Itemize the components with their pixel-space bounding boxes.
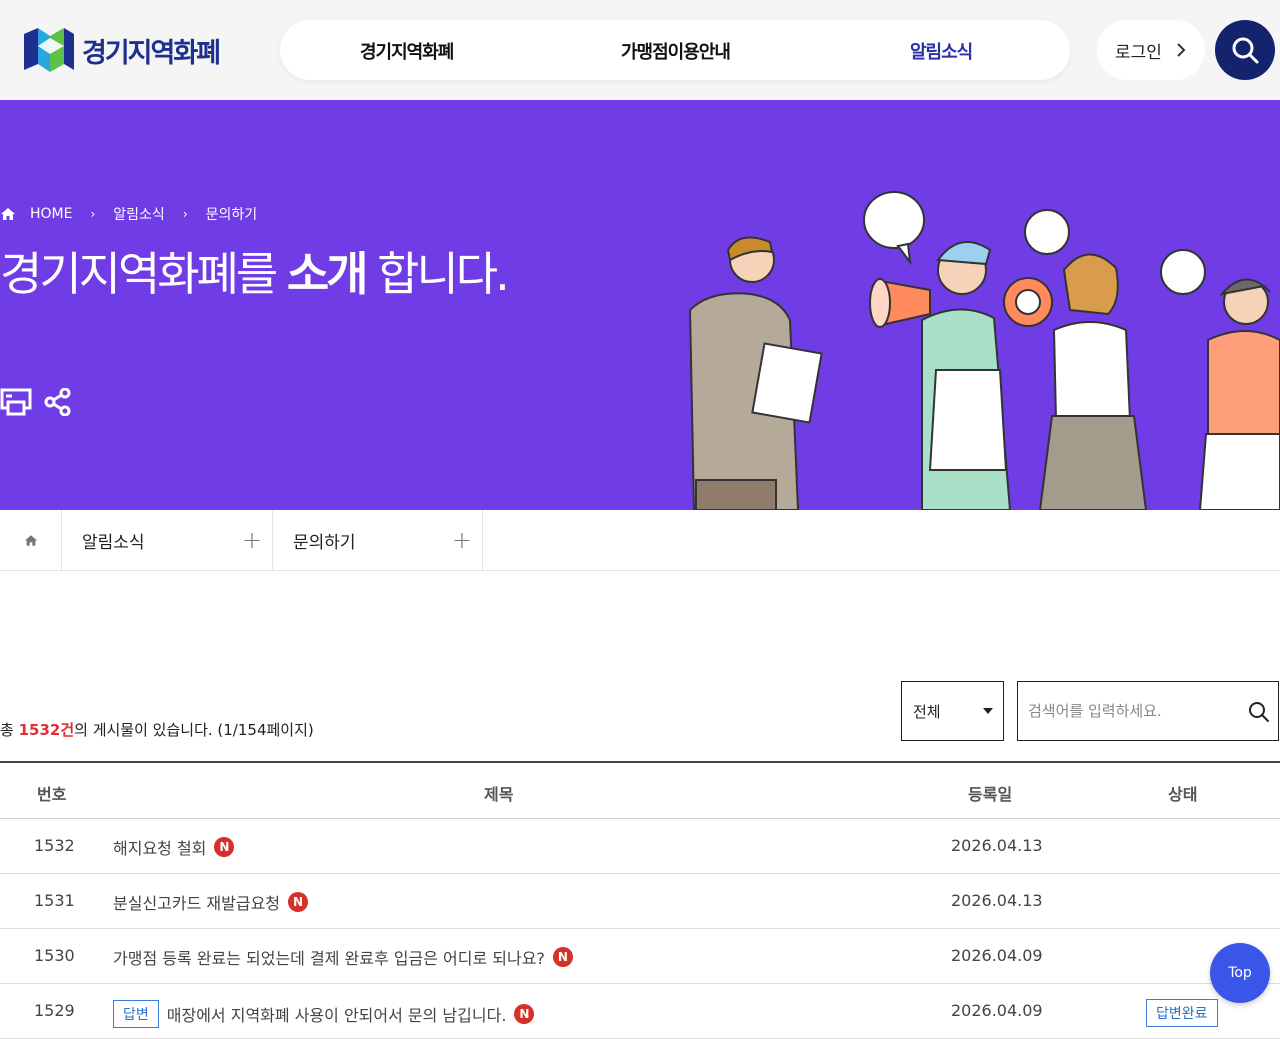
row-number: 1531 [34, 891, 75, 910]
row-date: 2026.04.09 [951, 946, 1043, 965]
row-title-link[interactable]: 가맹점 등록 완료는 되었는데 결제 완료후 입금은 어디로 되나요? N [113, 945, 573, 969]
site-header: 경기지역화폐 경기지역화폐 가맹점이용안내 알림소식 로그인 [0, 0, 1280, 100]
column-status: 상태 [1168, 785, 1198, 804]
main-nav: 경기지역화폐 가맹점이용안내 알림소식 [280, 20, 1070, 80]
nav-item-notices[interactable]: 알림소식 [910, 38, 973, 64]
subnav-inquiry-label: 문의하기 [293, 532, 356, 553]
chevron-right-icon [1177, 43, 1186, 57]
table-header: 번호 제목 등록일 상태 [0, 763, 1280, 819]
breadcrumb-separator-icon: › [90, 207, 96, 221]
share-icon[interactable] [44, 388, 72, 416]
plus-icon: + [451, 526, 472, 554]
page-title-bold: 소개 [286, 247, 369, 301]
new-badge: N [552, 947, 573, 967]
row-title-link[interactable]: 분실신고카드 재발급요청 N [113, 890, 309, 914]
row-title: 분실신고카드 재발급요청 [113, 894, 281, 913]
subnav-notices-label: 알림소식 [82, 532, 145, 553]
search-input[interactable] [1018, 682, 1238, 740]
home-icon[interactable] [0, 207, 16, 221]
new-badge: N [288, 892, 309, 912]
new-badge: N [214, 837, 235, 857]
table-row[interactable]: 1532 해지요청 철회 N 2026.04.13 [0, 819, 1280, 874]
page-title-pre: 경기지역화폐를 [0, 247, 287, 301]
board-table: 번호 제목 등록일 상태 1532 해지요청 철회 N 2026.04.13 1… [0, 761, 1280, 1039]
page-title: 경기지역화폐를 소개 합니다. [0, 238, 510, 304]
subnav-dropdown-notices[interactable]: 알림소식 + [62, 510, 273, 570]
row-number: 1532 [34, 836, 75, 855]
nav-item-gyeonggi-currency[interactable]: 경기지역화폐 [360, 38, 454, 64]
page-tools [0, 388, 72, 416]
column-date: 등록일 [968, 785, 1013, 804]
search-icon [1232, 37, 1259, 64]
row-number: 1529 [34, 1001, 75, 1020]
breadcrumb-inquiry[interactable]: 문의하기 [206, 204, 258, 224]
nav-item-merchant-guide[interactable]: 가맹점이용안내 [621, 38, 731, 64]
row-date: 2026.04.09 [951, 1001, 1043, 1020]
search-category-select[interactable]: 전체 [901, 681, 1004, 741]
print-icon[interactable] [0, 388, 32, 416]
new-badge: N [514, 1004, 535, 1024]
plus-icon: + [241, 526, 262, 554]
row-title: 해지요청 철회 [113, 839, 207, 858]
row-title: 매장에서 지역화폐 사용이 안되어서 문의 남깁니다. [166, 1006, 507, 1025]
logo-text: 경기지역화폐 [82, 37, 221, 69]
scroll-top-button[interactable]: Top [1210, 943, 1270, 1003]
breadcrumb-notices[interactable]: 알림소식 [113, 204, 165, 224]
column-title: 제목 [484, 785, 514, 804]
header-search-button[interactable] [1215, 20, 1275, 80]
table-row[interactable]: 1531 분실신고카드 재발급요청 N 2026.04.13 [0, 874, 1280, 929]
row-date: 2026.04.13 [951, 891, 1043, 910]
hero-banner: HOME › 알림소식 › 문의하기 경기지역화폐를 소개 합니다. [0, 100, 1280, 510]
post-count-summary: 총 1532건의 게시물이 있습니다. (1/154페이지) [0, 719, 314, 740]
sub-navigation: 알림소식 + 문의하기 + [0, 510, 1280, 571]
page-title-post: 합니다. [365, 247, 510, 301]
breadcrumb-separator-icon: › [182, 207, 188, 221]
login-button[interactable]: 로그인 [1097, 20, 1205, 80]
breadcrumb: HOME › 알림소식 › 문의하기 [0, 204, 257, 224]
row-title-link[interactable]: 해지요청 철회 N [113, 835, 235, 859]
search-category-value: 전체 [913, 702, 941, 721]
row-date: 2026.04.13 [951, 836, 1043, 855]
status-badge: 답변완료 [1146, 999, 1218, 1027]
table-row[interactable]: 1530 가맹점 등록 완료는 되었는데 결제 완료후 입금은 어디로 되나요?… [0, 929, 1280, 984]
caret-down-icon [983, 708, 993, 714]
site-logo[interactable]: 경기지역화폐 [20, 24, 221, 76]
post-count-post: 의 게시물이 있습니다. (1/154페이지) [74, 721, 314, 739]
logo-mark-icon [24, 28, 74, 72]
subnav-home-button[interactable] [0, 510, 62, 570]
row-title: 가맹점 등록 완료는 되었는데 결제 완료후 입금은 어디로 되나요? [113, 949, 545, 968]
home-icon [24, 534, 37, 546]
subnav-dropdown-inquiry[interactable]: 문의하기 + [273, 510, 483, 570]
login-label: 로그인 [1115, 42, 1162, 63]
board-search [1017, 681, 1279, 741]
hero-illustration [688, 191, 1280, 510]
search-icon[interactable] [1248, 701, 1270, 723]
breadcrumb-home[interactable]: HOME [30, 206, 72, 222]
row-number: 1530 [34, 946, 75, 965]
table-row[interactable]: 1529 답변 매장에서 지역화폐 사용이 안되어서 문의 남깁니다. N 20… [0, 984, 1280, 1039]
post-count: 1532건 [18, 721, 75, 739]
column-no: 번호 [37, 785, 67, 804]
post-count-pre: 총 [0, 721, 19, 739]
